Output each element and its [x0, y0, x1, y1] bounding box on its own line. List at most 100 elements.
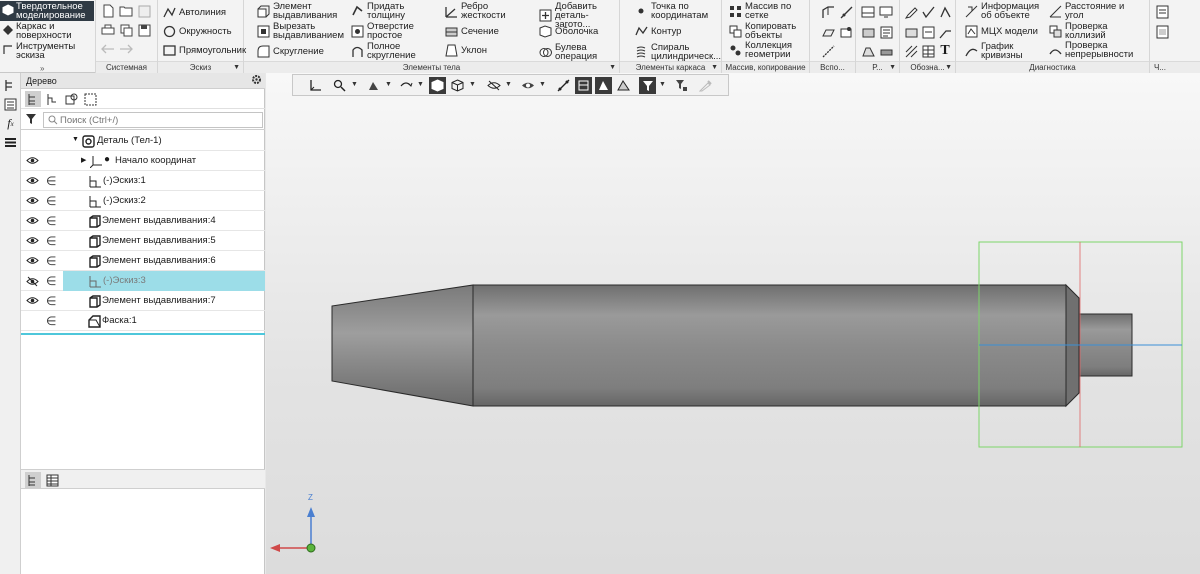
rectangle-button[interactable]: Прямоугольник	[162, 43, 246, 57]
tree-row-sketch-1[interactable]: ∈ (-)Эскиз:1	[21, 171, 265, 191]
geometry-collection-button[interactable]: Коллекция геометрии	[728, 41, 792, 59]
fillet-button[interactable]: Скругление	[256, 44, 324, 58]
aux-surface-icon[interactable]	[820, 24, 836, 40]
tree-structure-view-icon[interactable]	[25, 91, 41, 107]
mass-properties-button[interactable]: МЦХ модели	[964, 24, 1038, 38]
point-by-coords-button[interactable]: Точка по координатам	[634, 2, 708, 20]
aux-axis-icon[interactable]	[838, 4, 854, 20]
tree-row-root[interactable]: ▼ Деталь (Тел-1)	[21, 131, 265, 151]
text-icon[interactable]: T	[937, 43, 953, 59]
tree-row-extrude-6[interactable]: ∈ Элемент выдавливания:6	[21, 251, 265, 271]
print-icon[interactable]	[100, 22, 116, 38]
tolerance-icon[interactable]	[920, 24, 936, 40]
extrude-button[interactable]: Элемент выдавливания	[256, 2, 337, 20]
tree-select-icon[interactable]	[82, 91, 98, 107]
undo-icon[interactable]	[100, 41, 116, 57]
tree-row-extrude-4[interactable]: ∈ Элемент выдавливания:4	[21, 211, 265, 231]
section-button[interactable]: Сечение	[444, 24, 499, 38]
dependency-icon: ∈	[46, 314, 57, 328]
drawing-view-icon[interactable]	[1154, 24, 1170, 40]
expand-right-icon[interactable]: ▶	[81, 156, 86, 164]
strip-layers-icon[interactable]	[3, 135, 18, 150]
grid-array-icon	[728, 4, 742, 18]
shell-button[interactable]: Оболочка	[538, 24, 598, 38]
pen-icon[interactable]	[903, 4, 919, 20]
section-label: Сечение	[461, 25, 499, 37]
strip-tree-icon[interactable]	[3, 78, 18, 93]
helix-button[interactable]: Спираль цилиндрическ...	[634, 43, 721, 61]
save-icon[interactable]	[136, 22, 152, 38]
aux-point-icon[interactable]	[838, 24, 854, 40]
thickness-button[interactable]: Придать толщину	[350, 2, 405, 20]
eye-icon[interactable]	[26, 236, 39, 248]
draft-button[interactable]: Уклон	[444, 43, 487, 57]
eye-hidden-icon[interactable]	[26, 276, 39, 290]
bottom-tree-view-icon[interactable]	[25, 472, 41, 488]
aux-plane-icon[interactable]	[820, 4, 836, 20]
curvature-graph-button[interactable]: График кривизны	[964, 42, 1023, 60]
tree-filter-view-icon[interactable]	[63, 91, 79, 107]
sheet-metal-icon[interactable]	[860, 43, 876, 59]
distance-angle-button[interactable]: Расстояние и угол	[1048, 2, 1124, 20]
tree-row-origin[interactable]: ▶ ● Начало координат	[21, 151, 265, 171]
tree-row-sketch-3[interactable]: ∈ (-)Эскиз:3	[21, 271, 265, 291]
filter-icon[interactable]	[25, 113, 37, 128]
strip-variables-icon[interactable]: fx	[3, 116, 18, 131]
3d-viewport[interactable]: ▼ ▼ ▼ ▼ ▼ ▼ ▼ Z	[266, 73, 1200, 574]
taper-cone[interactable]	[331, 284, 474, 407]
open-folder-icon[interactable]	[118, 3, 134, 19]
dimension-icon[interactable]	[903, 24, 919, 40]
roughness-icon[interactable]	[920, 4, 936, 20]
circle-button[interactable]: Окружность	[162, 24, 232, 38]
full-round-button[interactable]: Полное скругление	[350, 42, 416, 60]
mode-sketch-tools[interactable]: Инструменты эскиза	[0, 41, 94, 61]
eye-icon[interactable]	[26, 156, 39, 168]
contour-button[interactable]: Контур	[634, 24, 681, 38]
redo-icon[interactable]	[118, 41, 134, 57]
tree-history-view-icon[interactable]	[44, 91, 60, 107]
hatch-icon[interactable]	[903, 43, 919, 59]
tree-search-input[interactable]	[43, 112, 263, 128]
copy-objects-button[interactable]: Копировать объекты	[728, 22, 796, 40]
autoline-button[interactable]: Автолиния	[162, 5, 226, 19]
boolean-button[interactable]: Булева операция	[538, 43, 597, 61]
table-icon[interactable]	[920, 43, 936, 59]
tree-row-extrude-7[interactable]: ∈ Элемент выдавливания:7	[21, 291, 265, 311]
tree-row-extrude-5[interactable]: ∈ Элемент выдавливания:5	[21, 231, 265, 251]
collision-check-button[interactable]: Проверка коллизий	[1048, 22, 1108, 40]
new-file-icon[interactable]	[100, 3, 116, 19]
aux-line-icon[interactable]	[820, 43, 836, 59]
strip-properties-icon[interactable]	[3, 97, 18, 112]
expand-down-icon[interactable]: ▼	[72, 136, 79, 143]
copy-icon[interactable]	[118, 22, 134, 38]
gear-icon[interactable]	[251, 74, 262, 90]
continuity-check-button[interactable]: Проверка непрерывности	[1048, 41, 1133, 59]
drawing-icon[interactable]	[1154, 4, 1170, 20]
group-notation: T Обозна... ▼	[900, 0, 956, 73]
eye-icon[interactable]	[26, 196, 39, 208]
properties-icon[interactable]	[878, 24, 894, 40]
tree-row-sketch-2[interactable]: ∈ (-)Эскиз:2	[21, 191, 265, 211]
bottom-list-view-icon[interactable]	[44, 472, 60, 488]
mode-frame-surfaces[interactable]: Каркас и поверхности	[0, 21, 94, 41]
eye-icon[interactable]	[26, 296, 39, 308]
mode-expand-chevron-icon[interactable]: »	[40, 64, 44, 73]
cut-extrude-button[interactable]: Вырезать выдавливанием	[256, 22, 344, 40]
hole-button[interactable]: Отверстие простое	[350, 22, 414, 40]
weld-icon[interactable]	[878, 43, 894, 59]
mode-solid-modeling[interactable]: Твердотельное моделирование	[0, 1, 94, 21]
main-cylinder[interactable]	[472, 284, 1067, 407]
tree-row-chamfer-1[interactable]: ∈ Фаска:1	[21, 311, 265, 331]
base-icon[interactable]	[937, 4, 953, 20]
grid-array-button[interactable]: Массив по сетке	[728, 2, 791, 20]
layout-icon[interactable]	[860, 4, 876, 20]
eye-icon[interactable]	[26, 216, 39, 228]
rib-button[interactable]: Ребро жесткости	[444, 2, 506, 20]
ribbon-mode-column: Твердотельное моделирование Каркас и пов…	[0, 0, 96, 73]
eye-icon[interactable]	[26, 176, 39, 188]
display-icon[interactable]	[878, 4, 894, 20]
object-info-button[interactable]: Информация об объекте	[964, 2, 1039, 20]
material-icon[interactable]	[860, 24, 876, 40]
eye-icon[interactable]	[26, 256, 39, 268]
leader-icon[interactable]	[937, 24, 953, 40]
